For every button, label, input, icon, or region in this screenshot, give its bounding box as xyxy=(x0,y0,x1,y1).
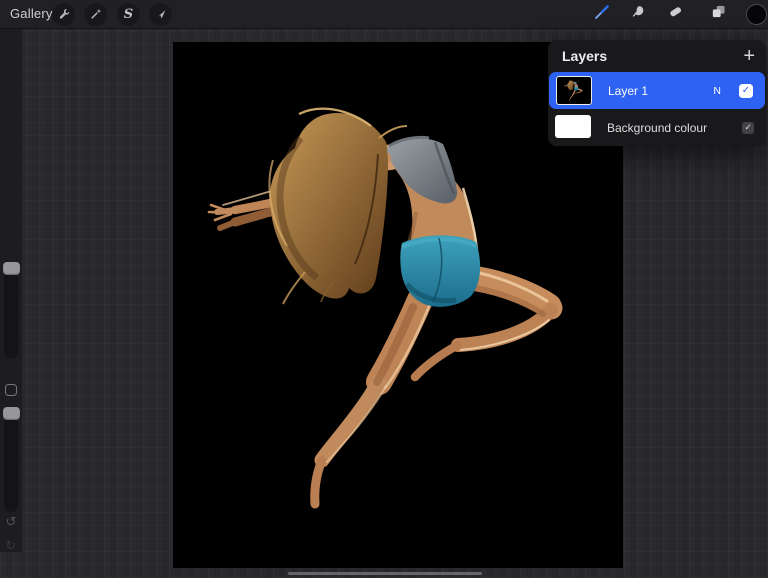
transform-button[interactable] xyxy=(149,3,172,26)
background-colour-swatch[interactable] xyxy=(555,115,591,138)
sidebar: ↺ ↻ xyxy=(0,28,22,552)
layer-1-thumbnail[interactable] xyxy=(556,76,592,105)
redo-icon: ↻ xyxy=(6,538,17,553)
transform-arrow-icon xyxy=(154,7,168,21)
check-icon: ✓ xyxy=(742,85,750,96)
brush-size-handle[interactable] xyxy=(3,262,20,275)
layer-row-layer-1[interactable]: Layer 1 N ✓ xyxy=(549,72,765,109)
undo-icon: ↺ xyxy=(6,514,17,529)
check-icon: ✓ xyxy=(744,122,751,133)
modify-button[interactable] xyxy=(5,384,17,396)
layers-panel-header: Layers + xyxy=(548,40,766,72)
smudge-button[interactable] xyxy=(627,3,649,25)
layer-1-name: Layer 1 xyxy=(608,84,648,98)
layers-button[interactable] xyxy=(707,3,729,25)
brush-icon xyxy=(593,3,611,26)
undo-button[interactable]: ↺ xyxy=(0,515,22,528)
add-layer-button[interactable]: + xyxy=(743,43,755,69)
wrench-icon xyxy=(57,7,71,21)
brush-size-slider[interactable] xyxy=(4,262,18,359)
eraser-button[interactable] xyxy=(664,3,686,25)
opacity-slider[interactable] xyxy=(4,407,18,512)
smudge-finger-icon xyxy=(630,3,647,25)
active-color-swatch[interactable] xyxy=(746,4,767,25)
magic-wand-icon xyxy=(89,7,103,21)
background-visibility-checkbox[interactable]: ✓ xyxy=(742,122,754,134)
top-toolbar: Gallery S xyxy=(0,0,768,29)
gallery-button[interactable]: Gallery xyxy=(10,0,53,28)
actions-button[interactable] xyxy=(52,3,75,26)
brush-button[interactable] xyxy=(591,3,613,25)
layer-row-background-colour[interactable]: Background colour ✓ xyxy=(548,109,766,146)
layers-panel-title: Layers xyxy=(562,48,607,64)
horizontal-scrollbar[interactable] xyxy=(288,572,482,575)
selection-s-icon: S xyxy=(124,8,133,21)
selection-button[interactable]: S xyxy=(117,3,140,26)
layers-icon xyxy=(710,3,727,25)
opacity-handle[interactable] xyxy=(3,407,20,420)
eraser-icon xyxy=(667,3,684,25)
layer-1-visibility-checkbox[interactable]: ✓ xyxy=(739,84,753,98)
redo-button[interactable]: ↻ xyxy=(0,539,22,552)
layer-1-blend-mode-badge[interactable]: N xyxy=(713,85,721,97)
background-colour-name: Background colour xyxy=(607,121,707,135)
adjustments-button[interactable] xyxy=(84,3,107,26)
layers-panel: Layers + Layer 1 N ✓ Background colour ✓ xyxy=(548,40,766,146)
